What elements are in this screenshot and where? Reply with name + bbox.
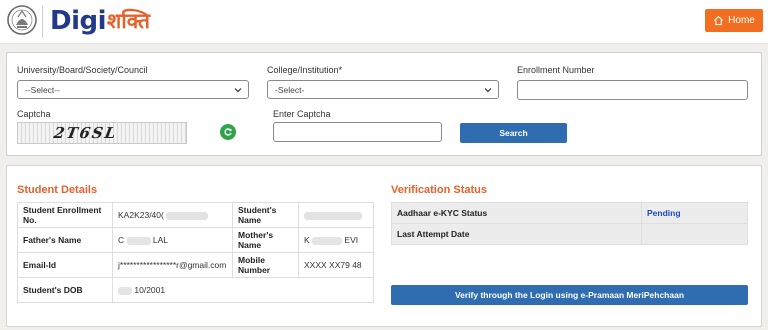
father-name-value: C LAL <box>112 227 233 253</box>
details-panel: Student Details Verification Status Stud… <box>6 165 762 327</box>
father-name-key: Father's Name <box>17 227 113 253</box>
captcha-text: 2T6SL <box>52 124 120 142</box>
mother-name-key: Mother's Name <box>232 227 299 253</box>
mobile-value: XXXX XX79 48 <box>298 252 374 278</box>
redacted-mask <box>166 211 209 220</box>
dob-key: Student's DOB <box>17 277 113 303</box>
logo-digi-text: Digi <box>50 6 107 36</box>
college-select-value: -Select- <box>275 84 305 95</box>
chevron-down-icon <box>484 88 492 93</box>
mother-name-text-b: EVI <box>344 235 359 245</box>
table-row: Father's Name C LAL Mother's Name K EVI <box>17 227 374 253</box>
student-details-table: Student Enrollment No. KA2K23/40( Studen… <box>17 202 374 303</box>
student-details-title: Student Details <box>17 184 98 196</box>
father-name-text-b: LAL <box>152 235 169 245</box>
university-select-value: --Select-- <box>25 84 60 95</box>
redacted-mask <box>312 236 343 245</box>
search-panel: University/Board/Society/Council --Selec… <box>6 52 762 156</box>
mother-name-value: K EVI <box>298 227 374 253</box>
enrollment-no-text: KA2K23/40( <box>118 210 164 220</box>
enrollment-no-value: KA2K23/40( <box>112 202 233 228</box>
email-key: Email-Id <box>17 252 113 278</box>
home-button[interactable]: Home <box>705 9 763 32</box>
captcha-image: 2T6SL <box>17 122 187 144</box>
home-icon <box>714 15 724 26</box>
refresh-captcha-icon[interactable] <box>220 124 236 140</box>
header-divider <box>42 6 43 38</box>
enrollment-no-key: Student Enrollment No. <box>17 202 113 228</box>
table-row: Student Enrollment No. KA2K23/40( Studen… <box>17 202 374 228</box>
chevron-down-icon <box>234 88 242 93</box>
last-attempt-value <box>641 223 748 245</box>
enter-captcha-label: Enter Captcha <box>273 109 331 119</box>
email-value: j*****************r@gmail.com <box>112 252 233 278</box>
table-row: Student's DOB 10/2001 <box>17 277 374 303</box>
student-name-key: Student's Name <box>232 202 299 228</box>
mother-name-text-a: K <box>304 235 310 245</box>
home-button-label: Home <box>728 15 755 26</box>
enrollment-label: Enrollment Number <box>517 65 595 75</box>
state-emblem-icon <box>6 3 38 39</box>
student-name-value <box>298 202 374 228</box>
dob-text: 10/2001 <box>134 285 166 295</box>
redacted-mask <box>304 211 362 220</box>
university-select[interactable]: --Select-- <box>17 80 249 99</box>
table-row: Last Attempt Date <box>391 223 748 245</box>
logo-shakti-text: शक्ति <box>107 9 150 33</box>
college-select[interactable]: -Select- <box>267 80 499 99</box>
ekyc-status-key: Aadhaar e-KYC Status <box>391 202 642 224</box>
captcha-label: Captcha <box>17 109 51 119</box>
table-row: Aadhaar e-KYC Status Pending <box>391 202 748 224</box>
redacted-mask <box>118 286 132 295</box>
mobile-key: Mobile Number <box>232 252 299 278</box>
captcha-input[interactable] <box>273 122 442 142</box>
site-header: Digi शक्ति Home <box>0 0 768 44</box>
verify-eprmaan-button[interactable]: Verify through the Login using e-Pramaan… <box>391 285 748 305</box>
verification-status-table: Aadhaar e-KYC Status Pending Last Attemp… <box>391 202 748 245</box>
digishakti-logo[interactable]: Digi शक्ति <box>50 2 150 40</box>
redacted-mask <box>126 236 151 245</box>
enrollment-number-input[interactable] <box>517 80 748 100</box>
ekyc-status-value: Pending <box>641 202 748 224</box>
dob-value: 10/2001 <box>112 277 374 303</box>
father-name-text-a: C <box>118 235 125 245</box>
verification-status-title: Verification Status <box>391 184 487 196</box>
college-label: College/Institution* <box>267 65 343 75</box>
last-attempt-key: Last Attempt Date <box>391 223 642 245</box>
university-label: University/Board/Society/Council <box>17 65 148 75</box>
table-row: Email-Id j*****************r@gmail.com M… <box>17 252 374 278</box>
search-button[interactable]: Search <box>460 123 567 143</box>
